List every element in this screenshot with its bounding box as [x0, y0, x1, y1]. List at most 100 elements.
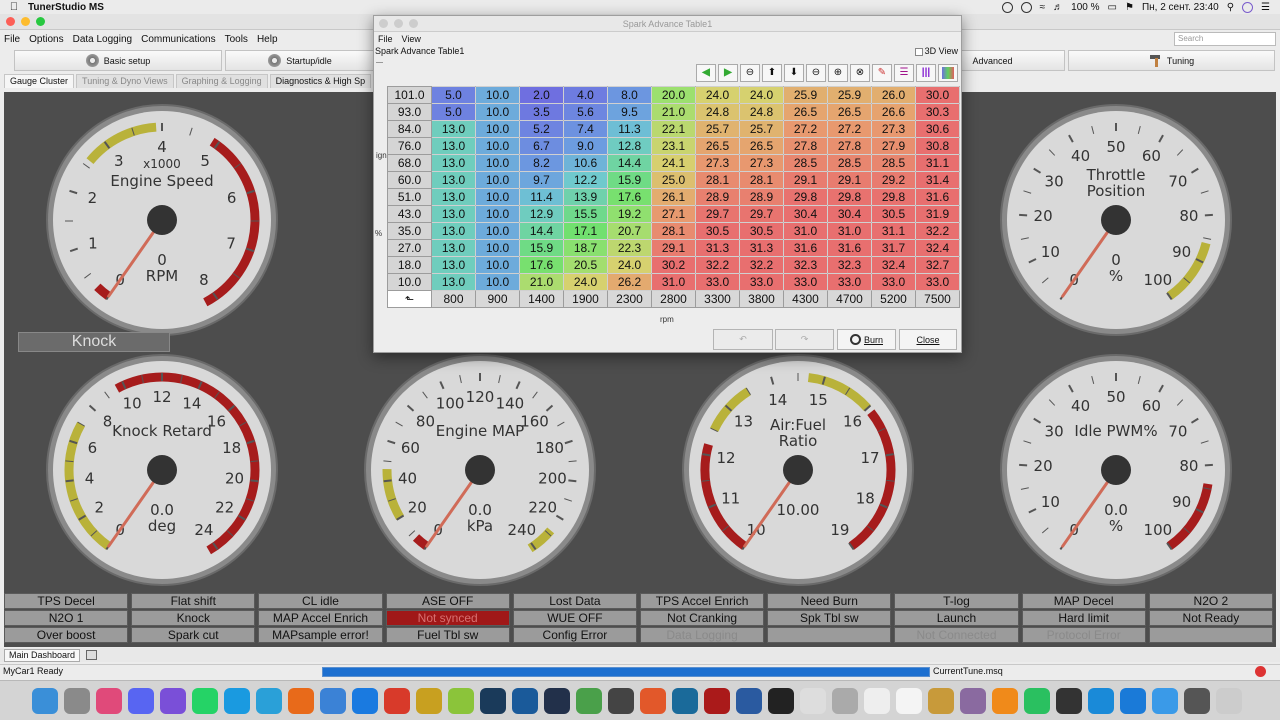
decrement-icon[interactable]: ⊖ [740, 64, 760, 82]
table-cell[interactable]: 28.9 [695, 188, 740, 206]
table-cell[interactable]: 27.8 [827, 137, 872, 155]
table-cell[interactable]: 8.0 [607, 86, 652, 104]
table-cell[interactable]: 27.9 [871, 137, 916, 155]
table-cell[interactable]: 8.2 [519, 154, 564, 172]
menu-communications[interactable]: Communications [141, 34, 215, 45]
table-cell[interactable]: 10.0 [475, 120, 520, 138]
table-cell[interactable]: 13.0 [431, 239, 476, 257]
table-cell[interactable]: 10.0 [475, 205, 520, 223]
table-cell[interactable]: 20.5 [563, 256, 608, 274]
table-cell[interactable]: 32.2 [915, 222, 960, 240]
table-cell[interactable]: 14.4 [519, 222, 564, 240]
rpm-axis-cell[interactable]: 3300 [695, 290, 740, 308]
table-cell[interactable]: 33.0 [783, 273, 828, 291]
table-cell[interactable]: 26.5 [827, 103, 872, 121]
load-axis-cell[interactable]: 101.0 [387, 86, 432, 104]
dock-app-icon[interactable] [864, 687, 890, 714]
table-cell[interactable]: 31.1 [915, 154, 960, 172]
table-cell[interactable]: 30.4 [827, 205, 872, 223]
table-cell[interactable]: 10.0 [475, 86, 520, 104]
dock-app-icon[interactable] [1056, 687, 1082, 714]
table-cell[interactable]: 29.1 [827, 171, 872, 189]
rpm-axis-cell[interactable]: 1400 [519, 290, 564, 308]
table-cell[interactable]: 10.0 [475, 103, 520, 121]
tab-diagnostics[interactable]: Diagnostics & High Sp [269, 74, 372, 88]
dock-app-icon[interactable] [992, 687, 1018, 714]
stop-icon[interactable] [1255, 666, 1266, 677]
table-cell[interactable]: 13.0 [431, 256, 476, 274]
battery-status[interactable]: 100 % [1071, 2, 1099, 13]
table-cell[interactable]: 26.2 [607, 273, 652, 291]
gauge-engine-map[interactable]: 020406080100120140160180200220240Engine … [355, 345, 605, 595]
table-cell[interactable]: 25.9 [783, 86, 828, 104]
table-cell[interactable]: 29.8 [827, 188, 872, 206]
dock-app-icon[interactable] [32, 687, 58, 714]
table-cell[interactable]: 31.6 [827, 239, 872, 257]
minimize-window-icon[interactable] [21, 17, 30, 26]
table-cell[interactable]: 15.9 [607, 171, 652, 189]
speaker-icon[interactable]: ♬ [1053, 2, 1063, 13]
load-axis-cell[interactable]: 10.0 [387, 273, 432, 291]
table-cell[interactable]: 33.0 [871, 273, 916, 291]
rpm-axis-cell[interactable]: 4300 [783, 290, 828, 308]
siri-icon[interactable] [1242, 1, 1254, 13]
table-cell[interactable]: 11.3 [607, 120, 652, 138]
basic-setup-button[interactable]: Basic setup [14, 50, 222, 71]
dock-app-icon[interactable] [1216, 687, 1242, 714]
rpm-axis-cell[interactable]: 1900 [563, 290, 608, 308]
3d-view-checkbox[interactable] [914, 47, 923, 56]
table-cell[interactable]: 17.1 [563, 222, 608, 240]
table-cell[interactable]: 32.3 [827, 256, 872, 274]
menu-tools[interactable]: Tools [225, 34, 248, 45]
table-cell[interactable]: 25.7 [695, 120, 740, 138]
table-cell[interactable]: 24.8 [739, 103, 784, 121]
table-cell[interactable]: 11.4 [519, 188, 564, 206]
dock-app-icon[interactable] [384, 687, 410, 714]
dock-app-icon[interactable] [192, 687, 218, 714]
rpm-axis-cell[interactable]: 800 [431, 290, 476, 308]
tuning-button[interactable]: Tuning [1068, 50, 1275, 71]
table-cell[interactable]: 13.0 [431, 205, 476, 223]
gauge-throttle-position[interactable]: 0102030405060708090100ThrottlePosition0% [991, 95, 1241, 345]
gauge-idle-pwm[interactable]: 0102030405060708090100Idle PWM%0.0% [991, 345, 1241, 595]
table-cell[interactable]: 30.0 [915, 86, 960, 104]
table-cell[interactable]: 27.2 [783, 120, 828, 138]
table-cell[interactable]: 26.5 [695, 137, 740, 155]
dock-app-icon[interactable] [640, 687, 666, 714]
interpolate-vertical-icon[interactable]: ||| [916, 64, 936, 82]
table-cell[interactable]: 6.7 [519, 137, 564, 155]
table-cell[interactable]: 9.7 [519, 171, 564, 189]
tab-gauge-cluster[interactable]: Gauge Cluster [4, 74, 75, 88]
table-cell[interactable]: 15.9 [519, 239, 564, 257]
dock-app-icon[interactable] [832, 687, 858, 714]
table-cell[interactable]: 26.0 [871, 86, 916, 104]
table-cell[interactable]: 28.5 [871, 154, 916, 172]
table-cell[interactable]: 27.3 [871, 120, 916, 138]
table-cell[interactable]: 33.0 [695, 273, 740, 291]
search-input[interactable]: Search [1174, 32, 1276, 46]
table-cell[interactable]: 28.5 [827, 154, 872, 172]
rpm-axis-cell[interactable]: 4700 [827, 290, 872, 308]
table-cell[interactable]: 21.0 [519, 273, 564, 291]
table-cell[interactable]: 13.0 [431, 154, 476, 172]
dock-app-icon[interactable] [480, 687, 506, 714]
table-cell[interactable]: 33.0 [827, 273, 872, 291]
table-cell[interactable]: 29.7 [739, 205, 784, 223]
dock-app-icon[interactable] [224, 687, 250, 714]
redo-button[interactable]: ↷ [775, 329, 834, 350]
table-cell[interactable]: 33.0 [915, 273, 960, 291]
load-axis-cell[interactable]: 60.0 [387, 171, 432, 189]
minus-icon[interactable]: ⊖ [806, 64, 826, 82]
rpm-axis-cell[interactable]: 900 [475, 290, 520, 308]
table-cell[interactable]: 32.7 [915, 256, 960, 274]
tab-main-dashboard[interactable]: Main Dashboard [4, 648, 81, 662]
table-cell[interactable]: 26.5 [739, 137, 784, 155]
table-cell[interactable]: 10.0 [475, 273, 520, 291]
table-cell[interactable]: 31.3 [739, 239, 784, 257]
menu-data-logging[interactable]: Data Logging [73, 34, 133, 45]
table-cell[interactable]: 25.7 [739, 120, 784, 138]
table-cell[interactable]: 21.0 [651, 103, 696, 121]
dock-app-icon[interactable] [448, 687, 474, 714]
table-cell[interactable]: 31.0 [783, 222, 828, 240]
dock-app-icon[interactable] [64, 687, 90, 714]
